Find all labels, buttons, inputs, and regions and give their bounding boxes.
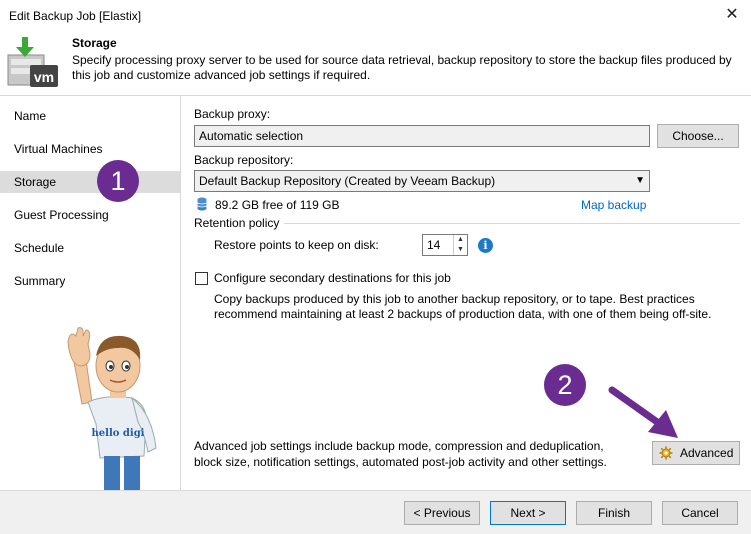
backup-proxy-label: Backup proxy: bbox=[194, 107, 271, 121]
sidebar-item-label: Schedule bbox=[14, 241, 65, 255]
secondary-destinations-description: Copy backups produced by this job to ano… bbox=[214, 292, 712, 321]
advanced-button[interactable]: Advanced bbox=[652, 441, 740, 465]
veeam-vm-logo-icon: vm bbox=[7, 37, 58, 87]
logo-text: vm bbox=[34, 69, 54, 85]
wizard-steps-sidebar: Name Virtual Machines Storage Guest Proc… bbox=[0, 96, 180, 490]
sidebar-item-name[interactable]: Name bbox=[0, 105, 180, 127]
choose-proxy-button[interactable]: Choose... bbox=[657, 124, 739, 148]
secondary-destinations-label[interactable]: Configure secondary destinations for thi… bbox=[214, 271, 451, 285]
secondary-destinations-checkbox[interactable] bbox=[195, 272, 208, 285]
info-icon[interactable]: i bbox=[478, 238, 493, 253]
sidebar-item-guest-processing[interactable]: Guest Processing bbox=[0, 204, 180, 226]
annotation-badge-2: 2 bbox=[544, 364, 586, 406]
page-title: Storage bbox=[72, 36, 117, 50]
restore-points-value: 14 bbox=[427, 238, 441, 252]
sidebar-divider bbox=[180, 96, 181, 490]
backup-repository-select[interactable]: Default Backup Repository (Created by Ve… bbox=[194, 170, 650, 192]
backup-repository-value: Default Backup Repository (Created by Ve… bbox=[199, 174, 496, 188]
sidebar-item-label: Name bbox=[14, 109, 47, 123]
sidebar-item-virtual-machines[interactable]: Virtual Machines bbox=[0, 138, 180, 160]
gear-icon bbox=[659, 446, 673, 460]
retention-policy-label: Retention policy bbox=[194, 216, 280, 230]
sidebar-item-summary[interactable]: Summary bbox=[0, 270, 180, 292]
finish-button[interactable]: Finish bbox=[576, 501, 652, 525]
annotation-badge-1: 1 bbox=[97, 160, 139, 202]
sidebar-item-label: Guest Processing bbox=[14, 208, 109, 222]
advanced-button-label: Advanced bbox=[680, 446, 734, 460]
sidebar-item-label: Summary bbox=[14, 274, 66, 288]
window-title: Edit Backup Job [Elastix] bbox=[9, 9, 142, 23]
database-icon bbox=[197, 197, 207, 211]
cancel-button[interactable]: Cancel bbox=[662, 501, 738, 525]
sidebar-item-schedule[interactable]: Schedule bbox=[0, 237, 180, 259]
sidebar-item-storage[interactable]: Storage bbox=[0, 171, 180, 193]
backup-repository-label: Backup repository: bbox=[194, 153, 294, 167]
advanced-settings-description: Advanced job settings include backup mod… bbox=[194, 439, 607, 469]
page-description: Specify processing proxy server to be us… bbox=[72, 53, 732, 82]
restore-points-stepper[interactable]: 14 ▲ ▼ bbox=[422, 234, 468, 256]
mascot-illustration-icon: hello digi bbox=[67, 327, 157, 490]
previous-button[interactable]: < Previous bbox=[404, 501, 480, 525]
annotation-arrow-icon bbox=[608, 386, 678, 438]
stepper-arrows[interactable]: ▲ ▼ bbox=[453, 235, 467, 255]
mascot-shirt-text: hello digi bbox=[92, 428, 145, 439]
backup-proxy-field[interactable]: Automatic selection bbox=[194, 125, 650, 147]
title-bar: Edit Backup Job [Elastix] ✕ bbox=[0, 0, 751, 31]
page-header: vm Storage Specify processing proxy serv… bbox=[0, 31, 751, 95]
sidebar-item-label: Virtual Machines bbox=[14, 142, 103, 156]
next-button[interactable]: Next > bbox=[490, 501, 566, 525]
arrow-down-icon[interactable]: ▼ bbox=[454, 245, 467, 255]
sidebar-item-label: Storage bbox=[14, 175, 57, 189]
retention-divider bbox=[284, 223, 740, 224]
close-icon[interactable]: ✕ bbox=[721, 4, 743, 26]
chevron-down-icon: ▼ bbox=[635, 175, 645, 186]
restore-points-label: Restore points to keep on disk: bbox=[214, 238, 379, 252]
map-backup-link[interactable]: Map backup bbox=[581, 198, 646, 212]
arrow-up-icon[interactable]: ▲ bbox=[454, 235, 467, 245]
repository-free-space: 89.2 GB free of 119 GB bbox=[215, 198, 340, 212]
